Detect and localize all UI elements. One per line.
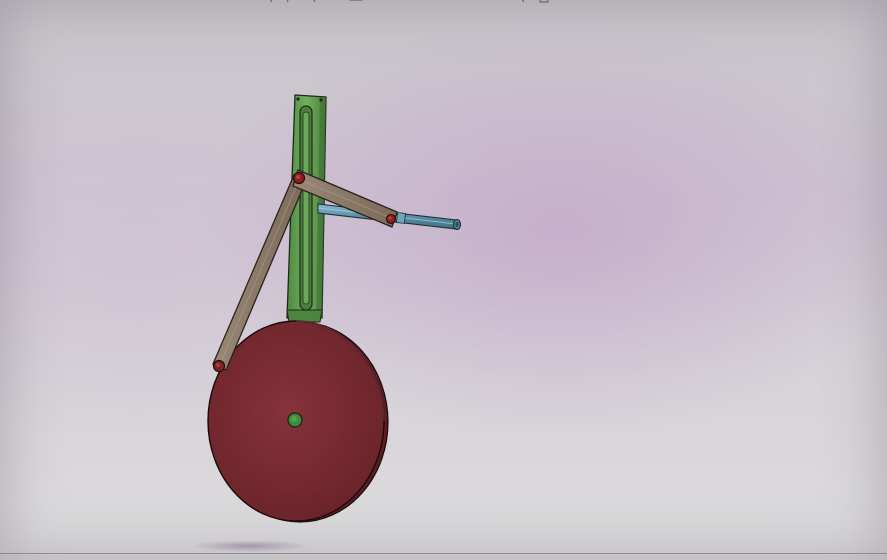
pin-joint-disc[interactable] [212,359,226,373]
pin-joint-slider[interactable] [385,213,397,225]
viewport-bottom-border [0,553,887,554]
mechanism-model[interactable] [0,0,887,560]
pin-joint-top[interactable] [292,171,306,185]
disc-axle[interactable] [287,412,303,428]
3d-viewport[interactable] [0,0,887,560]
